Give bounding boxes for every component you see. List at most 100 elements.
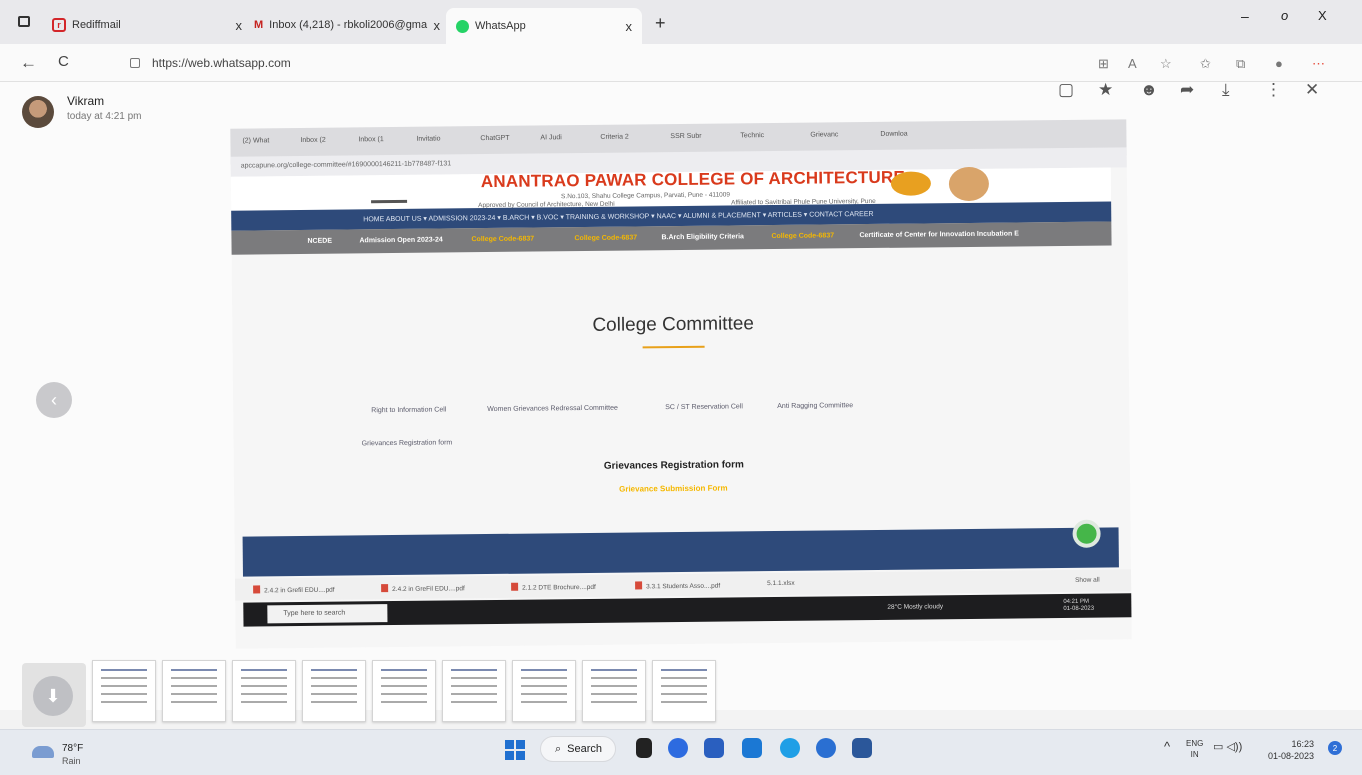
college-logo-icon xyxy=(370,180,408,204)
download-item: 2.4.2 in Grefil EDU....pdf xyxy=(264,586,335,595)
taskbar-clock[interactable]: 16:23 01-08-2023 xyxy=(1268,738,1314,762)
url-text: https://web.whatsapp.com xyxy=(152,56,291,70)
media-thumbnail[interactable] xyxy=(442,660,506,722)
committee-tab: Right to Information Cell xyxy=(371,406,447,415)
address-bar-row: ← C https://web.whatsapp.com ⊞ A ☆ ✩ ⧉ ●… xyxy=(0,44,1362,82)
star-icon[interactable]: ★ xyxy=(1098,80,1113,100)
title-underline xyxy=(642,345,705,349)
edge-icon[interactable] xyxy=(780,738,800,758)
inner-tab: Criteria 2 xyxy=(600,133,629,141)
new-tab-button[interactable]: + xyxy=(655,13,666,34)
more-icon[interactable]: ⋮ xyxy=(1265,80,1282,100)
restore-button[interactable]: o xyxy=(1281,8,1288,23)
back-button[interactable]: ← xyxy=(20,53,37,73)
sidebar-toggle-icon[interactable] xyxy=(18,16,30,27)
close-icon[interactable]: ✕ xyxy=(1305,80,1319,100)
sticker-icon[interactable]: ☻ xyxy=(1140,80,1158,100)
inner-tab: Downloa xyxy=(880,130,908,138)
media-thumbnail[interactable] xyxy=(302,660,366,722)
media-thumbnail[interactable] xyxy=(512,660,576,722)
read-aloud-icon[interactable]: A xyxy=(1128,56,1137,71)
sender-name: Vikram xyxy=(67,94,105,108)
favorites-bar-icon[interactable]: ✩ xyxy=(1200,56,1211,72)
ticker-item: B.Arch Eligibility Criteria xyxy=(661,233,744,242)
tab-title: Rediffmail xyxy=(72,19,121,31)
media-thumbnail[interactable] xyxy=(232,660,296,722)
pdf-icon xyxy=(253,585,261,594)
tab-title: WhatsApp xyxy=(475,20,526,32)
weather-condition: Rain xyxy=(62,756,81,766)
avatar[interactable] xyxy=(22,96,54,128)
store-icon[interactable] xyxy=(742,738,762,758)
pdf-icon xyxy=(635,581,643,590)
inner-tab: Inbox (2 xyxy=(300,136,326,144)
inner-tab: ChatGPT xyxy=(480,134,510,143)
windows-start-icon[interactable] xyxy=(505,740,525,760)
gmail-icon: M xyxy=(254,19,264,31)
extensions-icon[interactable]: ⋯ xyxy=(1312,56,1325,72)
tab-close-icon[interactable]: x xyxy=(626,19,633,34)
widgets-icon[interactable] xyxy=(704,738,724,758)
download-icon[interactable]: ⤓ xyxy=(1222,80,1230,100)
grievance-heading: Grievances Registration form xyxy=(603,459,744,472)
tab-title: Inbox (4,218) - rbkoli2006@gma xyxy=(269,19,428,31)
forward-icon[interactable]: ➦ xyxy=(1180,80,1194,100)
language-indicator[interactable]: ENG IN xyxy=(1186,738,1203,760)
tab-gmail[interactable]: M Inbox (4,218) - rbkoli2006@gma x xyxy=(254,10,440,40)
inner-tab: Technic xyxy=(740,132,765,140)
page-title: College Committee xyxy=(592,313,755,336)
favorite-icon[interactable]: ☆ xyxy=(1160,56,1172,72)
tab-whatsapp[interactable]: WhatsApp x xyxy=(446,8,642,44)
sent-time: today at 4:21 pm xyxy=(67,111,142,122)
media-thumbnail[interactable] xyxy=(92,660,156,722)
clock-date: 01-08-2023 xyxy=(1268,751,1315,761)
taskbar-search[interactable]: ⌕ Search xyxy=(540,736,616,762)
download-button[interactable]: ⬇ xyxy=(33,676,73,716)
ticker-item: NCEDE xyxy=(307,237,333,245)
chevron-up-icon[interactable]: ^ xyxy=(1164,739,1170,754)
tab-rediffmail[interactable]: r Rediffmail x xyxy=(52,10,242,40)
whatsapp-icon xyxy=(456,19,469,33)
media-thumbnail[interactable] xyxy=(162,660,226,722)
chrome-icon[interactable] xyxy=(816,738,836,758)
task-view-icon[interactable] xyxy=(636,738,652,758)
tab-close-icon[interactable]: x xyxy=(236,18,243,33)
lock-icon xyxy=(130,58,140,68)
rediffmail-icon: r xyxy=(52,18,66,32)
previous-media-button[interactable]: ‹ xyxy=(36,382,72,418)
media-thumbnail[interactable] xyxy=(372,660,436,722)
notification-badge[interactable]: 2 xyxy=(1328,741,1342,755)
url-field[interactable]: https://web.whatsapp.com xyxy=(130,56,291,70)
college-name: ANANTRAO PAWAR COLLEGE OF ARCHITECTURE xyxy=(480,167,906,192)
network-volume-icon[interactable]: ▭ ◁)) xyxy=(1213,740,1242,753)
chat-app-icon[interactable] xyxy=(668,738,688,758)
media-thumbnail[interactable] xyxy=(652,660,716,722)
word-icon[interactable] xyxy=(852,738,872,758)
language-code: ENG xyxy=(1186,739,1204,748)
ticker-item: Admission Open 2023-24 xyxy=(359,236,443,245)
ticker-item: College Code-6837 xyxy=(574,234,638,243)
grievance-form-tab: Grievances Registration form xyxy=(361,439,453,448)
inner-tab: Grievanc xyxy=(810,131,839,139)
weather-temperature[interactable]: 78°F xyxy=(62,743,83,754)
download-item: 3.3.1 Students Asso....pdf xyxy=(646,582,721,591)
inner-clock: 04:21 PM 01-08-2023 xyxy=(1063,599,1094,613)
clock-time: 16:23 xyxy=(1291,739,1315,749)
message-icon[interactable]: ▢ xyxy=(1058,80,1074,100)
minimize-button[interactable]: – xyxy=(1241,8,1249,24)
profile-icon[interactable]: ● xyxy=(1275,56,1283,71)
cloud-rain-icon xyxy=(32,746,54,758)
collections-icon[interactable]: ⧉ xyxy=(1236,56,1245,72)
portrait-image xyxy=(948,166,990,202)
committee-tab: SC / ST Reservation Cell xyxy=(665,403,743,412)
inner-tab: AI Judi xyxy=(540,134,562,142)
tab-close-icon[interactable]: x xyxy=(434,18,441,33)
pdf-icon xyxy=(381,584,389,593)
grievance-submission-link: Grievance Submission Form xyxy=(619,483,728,494)
reload-button[interactable]: C xyxy=(58,53,69,70)
chat-bubble-icon xyxy=(1072,519,1101,548)
reader-icon[interactable]: ⊞ xyxy=(1098,56,1109,72)
committee-tab: Women Grievances Redressal Committee xyxy=(487,404,618,414)
media-thumbnail[interactable] xyxy=(582,660,646,722)
close-window-button[interactable]: X xyxy=(1318,8,1327,23)
